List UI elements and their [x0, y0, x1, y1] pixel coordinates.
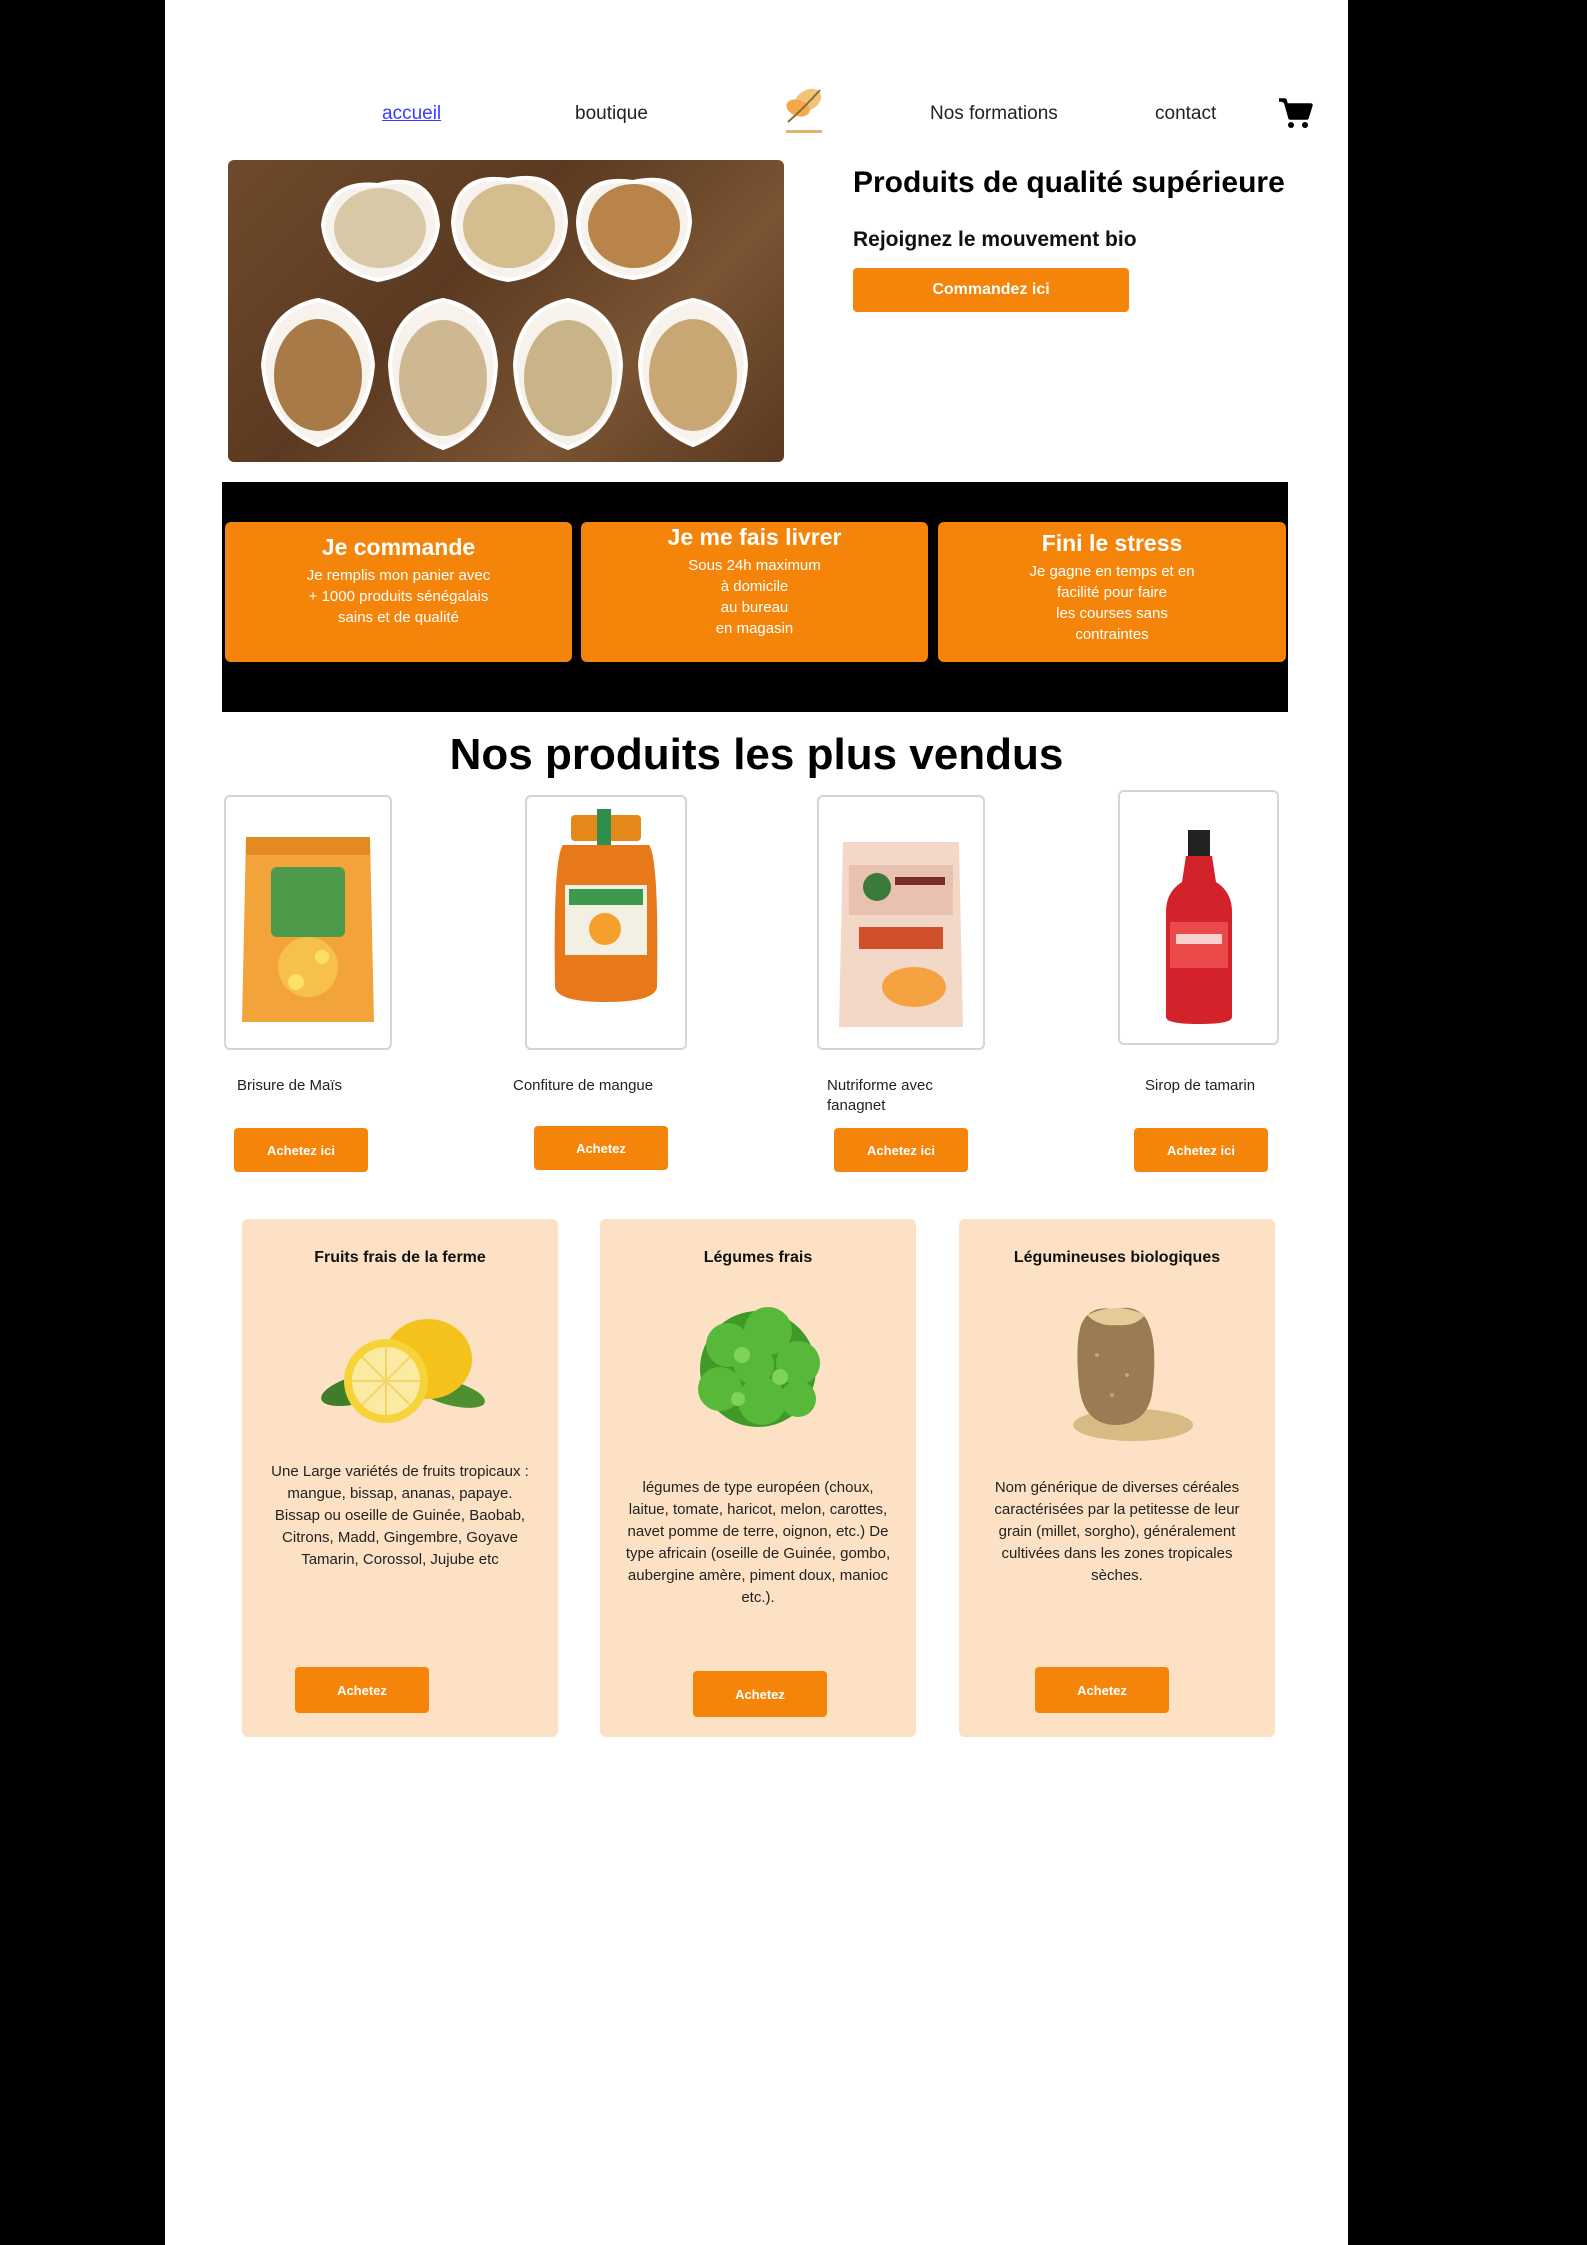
leaf-logo-icon[interactable]	[770, 78, 840, 140]
benefit-text: Sous 24h maximum à domicile au bureau en…	[688, 557, 821, 637]
bestsellers-title: Nos produits les plus vendus	[449, 730, 1064, 779]
hero-grain-bowls-image	[228, 160, 784, 462]
lettuce-image	[698, 1307, 820, 1427]
category-card-legumes: Légumineuses biologiques Nom générique d…	[959, 1219, 1275, 1737]
product-name: Brisure de Maïs	[237, 1077, 343, 1094]
nav-training-link[interactable]: Nos formations	[930, 103, 1058, 125]
benefit-card-delivery: Je me fais livrer Sous 24h maximum à dom…	[581, 522, 928, 662]
buy-button[interactable]: Achetez	[534, 1126, 668, 1170]
cart-icon[interactable]	[1277, 96, 1313, 130]
buy-here-button[interactable]: Achetez ici	[1134, 1128, 1268, 1172]
benefits-band: Je commande Je remplis mon panier avec +…	[222, 482, 1288, 712]
buy-here-button[interactable]: Achetez ici	[234, 1128, 368, 1172]
benefit-title: Fini le stress	[1041, 530, 1183, 556]
product-card-tamarind-syrup[interactable]	[1118, 790, 1279, 1045]
category-title: Fruits frais de la ferme	[314, 1249, 486, 1266]
product-card-corn[interactable]	[224, 795, 392, 1050]
product-name: Sirop de tamarin	[1145, 1077, 1256, 1094]
category-description: Une Large variétés de fruits tropicaux :…	[271, 1463, 529, 1568]
buy-fruits-button[interactable]: Achetez	[295, 1667, 429, 1713]
top-nav: accueil boutique Nos formations contact	[165, 0, 1348, 150]
benefit-title: Je me fais livrer	[667, 524, 842, 550]
product-name: Confiture de mangue	[513, 1077, 654, 1094]
category-description: légumes de type européen (choux, laitue,…	[625, 1479, 891, 1606]
mango-jam-jar-image	[554, 809, 658, 1002]
grain-sack-image	[1073, 1307, 1193, 1441]
lemons-image	[321, 1319, 485, 1423]
product-name: Nutriforme avec fanagnet	[827, 1077, 933, 1114]
corn-bag-image	[242, 837, 374, 1022]
benefit-card-no-stress: Fini le stress Je gagne en temps et en f…	[938, 522, 1286, 662]
benefit-text: Je gagne en temps et en facilité pour fa…	[1029, 563, 1195, 643]
benefit-title: Je commande	[321, 534, 476, 560]
benefit-text: Je remplis mon panier avec + 1000 produi…	[306, 567, 491, 626]
syrup-bottle-image	[1166, 830, 1232, 1024]
category-card-fruits: Fruits frais de la ferme Une Large varié…	[242, 1219, 558, 1737]
order-here-button[interactable]: Commandez ici	[853, 268, 1129, 312]
product-card-mango-jam[interactable]	[525, 795, 687, 1050]
page: accueil boutique Nos formations contact	[165, 0, 1348, 2245]
nav-contact-link[interactable]: contact	[1155, 103, 1216, 125]
hero-subtitle: Rejoignez le mouvement bio	[853, 228, 1137, 251]
buy-here-button[interactable]: Achetez ici	[834, 1128, 968, 1172]
hero-title: Produits de qualité supérieure	[853, 166, 1285, 199]
nav-shop-link[interactable]: boutique	[575, 103, 648, 125]
nav-home-link[interactable]: accueil	[382, 103, 441, 125]
product-card-nutriforme[interactable]	[817, 795, 985, 1050]
category-title: Légumineuses biologiques	[1013, 1249, 1221, 1266]
category-description: Nom générique de diverses céréales carac…	[994, 1479, 1240, 1584]
nutriforme-pack-image	[839, 842, 963, 1027]
benefit-card-order: Je commande Je remplis mon panier avec +…	[225, 522, 572, 662]
buy-legumes-button[interactable]: Achetez	[1035, 1667, 1169, 1713]
category-title: Légumes frais	[703, 1249, 813, 1266]
buy-vegetables-button[interactable]: Achetez	[693, 1671, 827, 1717]
category-card-vegetables: Légumes frais légumes de type européen (…	[600, 1219, 916, 1737]
